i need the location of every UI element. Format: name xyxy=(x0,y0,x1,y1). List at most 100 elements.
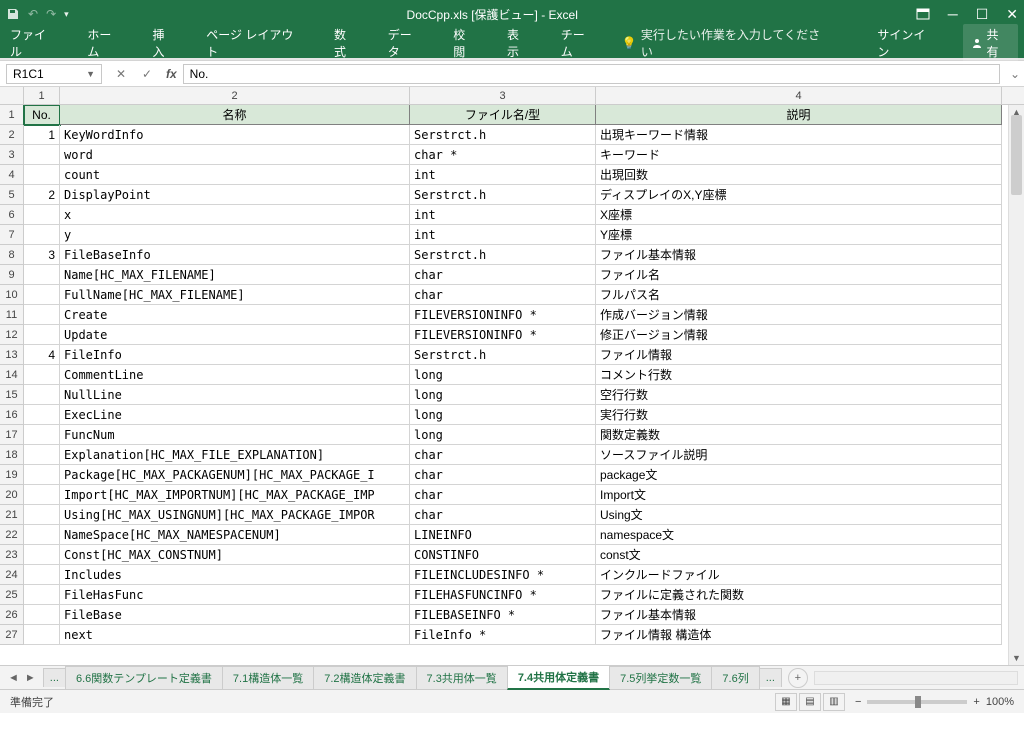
cell-no[interactable]: 4 xyxy=(24,345,60,365)
cell-file[interactable]: char xyxy=(410,445,596,465)
row-header[interactable]: 8 xyxy=(0,245,24,265)
row-header[interactable]: 4 xyxy=(0,165,24,185)
row-header[interactable]: 13 xyxy=(0,345,24,365)
cell-no[interactable] xyxy=(24,605,60,625)
sheet-tab-7-6[interactable]: 7.6列 xyxy=(711,666,759,689)
cell-name[interactable]: next xyxy=(60,625,410,645)
row-header[interactable]: 1 xyxy=(0,105,24,125)
cell-name[interactable]: FileHasFunc xyxy=(60,585,410,605)
cell-no[interactable] xyxy=(24,285,60,305)
tab-file[interactable]: ファイル xyxy=(6,22,61,64)
row-header[interactable]: 11 xyxy=(0,305,24,325)
cell-no[interactable]: 3 xyxy=(24,245,60,265)
row-header[interactable]: 9 xyxy=(0,265,24,285)
sheet-nav-next-icon[interactable]: ► xyxy=(25,672,36,684)
cell-desc[interactable]: namespace文 xyxy=(596,525,1002,545)
cell-no[interactable] xyxy=(24,145,60,165)
row-header[interactable]: 24 xyxy=(0,565,24,585)
cell-no[interactable] xyxy=(24,445,60,465)
cell-file[interactable]: char xyxy=(410,485,596,505)
zoom-level[interactable]: 100% xyxy=(986,696,1014,708)
cell-desc[interactable]: 作成バージョン情報 xyxy=(596,305,1002,325)
cell-file[interactable]: FILEHASFUNCINFO * xyxy=(410,585,596,605)
cell-file[interactable]: Serstrct.h xyxy=(410,185,596,205)
cell-desc[interactable]: キーワード xyxy=(596,145,1002,165)
cell-name[interactable]: Import[HC_MAX_IMPORTNUM][HC_MAX_PACKAGE_… xyxy=(60,485,410,505)
row-header[interactable]: 26 xyxy=(0,605,24,625)
ribbon-options-icon[interactable] xyxy=(916,8,930,20)
cell-desc[interactable]: Import文 xyxy=(596,485,1002,505)
cell-no[interactable] xyxy=(24,305,60,325)
cell-file[interactable]: FileInfo * xyxy=(410,625,596,645)
sheet-tab-6-6[interactable]: 6.6関数テンプレート定義書 xyxy=(65,666,223,689)
row-header[interactable]: 23 xyxy=(0,545,24,565)
cell-no[interactable] xyxy=(24,425,60,445)
cell-file[interactable]: long xyxy=(410,405,596,425)
cell-header-no[interactable]: No. xyxy=(24,105,60,125)
sheet-tab-ellipsis-left[interactable]: ... xyxy=(43,668,66,687)
cell-name[interactable]: x xyxy=(60,205,410,225)
cell-name[interactable]: NullLine xyxy=(60,385,410,405)
row-header[interactable]: 3 xyxy=(0,145,24,165)
cell-name[interactable]: Const[HC_MAX_CONSTNUM] xyxy=(60,545,410,565)
cell-desc[interactable]: ファイル基本情報 xyxy=(596,605,1002,625)
cell-desc[interactable]: 出現回数 xyxy=(596,165,1002,185)
row-header[interactable]: 18 xyxy=(0,445,24,465)
zoom-slider[interactable] xyxy=(867,700,967,704)
cell-no[interactable] xyxy=(24,405,60,425)
row-header[interactable]: 2 xyxy=(0,125,24,145)
cell-desc[interactable]: Y座標 xyxy=(596,225,1002,245)
row-header[interactable]: 17 xyxy=(0,425,24,445)
cell-name[interactable]: Using[HC_MAX_USINGNUM][HC_MAX_PACKAGE_IM… xyxy=(60,505,410,525)
tab-home[interactable]: ホーム xyxy=(83,22,126,64)
cell-file[interactable]: long xyxy=(410,365,596,385)
cell-file[interactable]: CONSTINFO xyxy=(410,545,596,565)
cell-header-file[interactable]: ファイル名/型 xyxy=(410,105,596,125)
cell-file[interactable]: FILEVERSIONINFO * xyxy=(410,305,596,325)
cell-name[interactable]: Update xyxy=(60,325,410,345)
cell-header-name[interactable]: 名称 xyxy=(60,105,410,125)
cell-name[interactable]: Explanation[HC_MAX_FILE_EXPLANATION] xyxy=(60,445,410,465)
row-header[interactable]: 5 xyxy=(0,185,24,205)
cell-file[interactable]: Serstrct.h xyxy=(410,245,596,265)
cell-no[interactable] xyxy=(24,625,60,645)
row-header[interactable]: 27 xyxy=(0,625,24,645)
cell-file[interactable]: long xyxy=(410,425,596,445)
row-header[interactable]: 7 xyxy=(0,225,24,245)
cell-desc[interactable]: 出現キーワード情報 xyxy=(596,125,1002,145)
cell-desc[interactable]: フルパス名 xyxy=(596,285,1002,305)
cell-desc[interactable]: インクルードファイル xyxy=(596,565,1002,585)
cell-no[interactable]: 1 xyxy=(24,125,60,145)
tell-me[interactable]: 💡 実行したい作業を入力してください xyxy=(622,26,829,60)
tab-data[interactable]: データ xyxy=(384,22,428,64)
maximize-icon[interactable]: ☐ xyxy=(976,6,989,23)
cell-no[interactable] xyxy=(24,465,60,485)
name-box[interactable]: R1C1 ▼ xyxy=(6,64,102,84)
cell-desc[interactable]: ファイル情報 構造体 xyxy=(596,625,1002,645)
row-header[interactable]: 20 xyxy=(0,485,24,505)
cell-file[interactable]: Serstrct.h xyxy=(410,125,596,145)
cell-name[interactable]: count xyxy=(60,165,410,185)
cell-desc[interactable]: Using文 xyxy=(596,505,1002,525)
zoom-out-button[interactable]: − xyxy=(855,696,861,708)
cell-desc[interactable]: ディスプレイのX,Y座標 xyxy=(596,185,1002,205)
cell-file[interactable]: char xyxy=(410,505,596,525)
cell-desc[interactable]: 実行行数 xyxy=(596,405,1002,425)
cell-file[interactable]: char xyxy=(410,285,596,305)
cell-file[interactable]: int xyxy=(410,205,596,225)
cell-desc[interactable]: 関数定義数 xyxy=(596,425,1002,445)
col-header-4[interactable]: 4 xyxy=(596,87,1002,104)
col-header-1[interactable]: 1 xyxy=(24,87,60,104)
view-pagelayout-icon[interactable]: ▤ xyxy=(799,693,821,711)
close-icon[interactable]: ✕ xyxy=(1006,6,1018,23)
sheet-tab-7-2[interactable]: 7.2構造体定義書 xyxy=(313,666,416,689)
add-sheet-button[interactable]: + xyxy=(788,668,808,688)
cell-desc[interactable]: 空行行数 xyxy=(596,385,1002,405)
cell-name[interactable]: KeyWordInfo xyxy=(60,125,410,145)
cell-name[interactable]: Includes xyxy=(60,565,410,585)
share-button[interactable]: 共有 xyxy=(963,24,1018,62)
view-pagebreak-icon[interactable]: ▥ xyxy=(823,693,845,711)
row-header[interactable]: 14 xyxy=(0,365,24,385)
row-header[interactable]: 19 xyxy=(0,465,24,485)
save-icon[interactable] xyxy=(6,7,20,21)
